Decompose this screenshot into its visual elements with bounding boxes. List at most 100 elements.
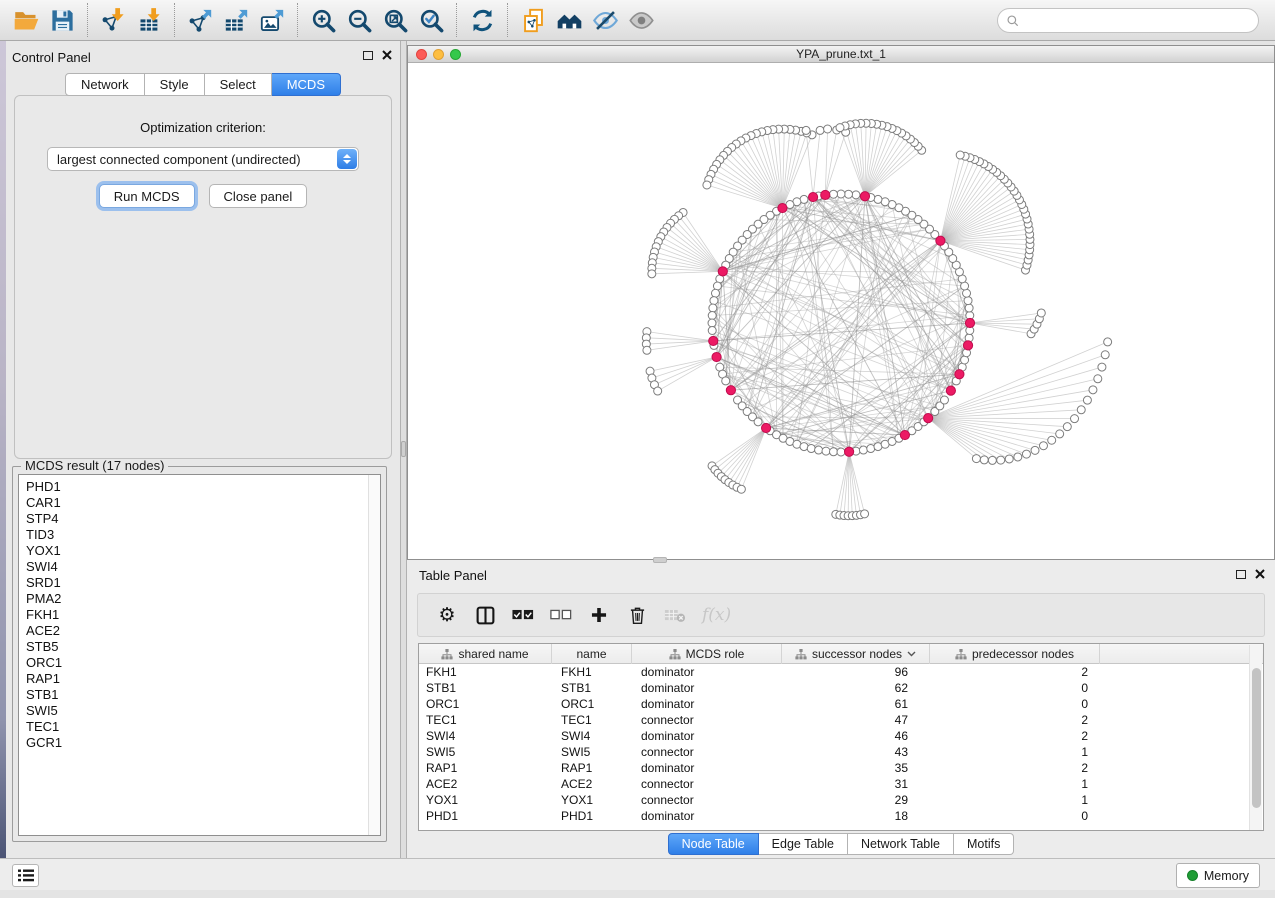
network-node[interactable] bbox=[807, 445, 815, 453]
network-leaf-node[interactable] bbox=[988, 456, 996, 464]
refresh-button[interactable] bbox=[464, 4, 500, 36]
network-hub-node[interactable] bbox=[778, 203, 787, 212]
network-leaf-node[interactable] bbox=[737, 485, 745, 493]
network-leaf-node[interactable] bbox=[980, 456, 988, 464]
network-leaf-node[interactable] bbox=[972, 455, 980, 463]
table-row[interactable]: STB1STB1dominator620 bbox=[419, 680, 1263, 696]
mcds-result-item[interactable]: PMA2 bbox=[26, 591, 380, 607]
mcds-result-item[interactable]: STB5 bbox=[26, 639, 380, 655]
mcds-result-item[interactable]: PHD1 bbox=[26, 479, 380, 495]
table-scrollbar[interactable] bbox=[1249, 645, 1262, 831]
network-node[interactable] bbox=[867, 445, 875, 453]
network-node[interactable] bbox=[800, 443, 808, 451]
table-row[interactable]: SWI5SWI5connector431 bbox=[419, 744, 1263, 760]
table-row[interactable]: SWI4SWI4dominator462 bbox=[419, 728, 1263, 744]
network-node[interactable] bbox=[708, 319, 716, 327]
network-leaf-node[interactable] bbox=[816, 126, 824, 134]
open-file-button[interactable] bbox=[8, 4, 44, 36]
tab-motifs[interactable]: Motifs bbox=[954, 833, 1014, 855]
network-node[interactable] bbox=[940, 396, 948, 404]
network-hub-node[interactable] bbox=[860, 192, 869, 201]
network-node[interactable] bbox=[829, 448, 837, 456]
close-panel-button[interactable]: Close panel bbox=[209, 184, 308, 208]
network-node[interactable] bbox=[963, 289, 971, 297]
network-leaf-node[interactable] bbox=[1101, 351, 1109, 359]
network-node[interactable] bbox=[964, 297, 972, 305]
close-table-panel-icon[interactable] bbox=[1255, 569, 1265, 579]
network-node[interactable] bbox=[709, 304, 717, 312]
network-leaf-node[interactable] bbox=[1071, 415, 1079, 423]
network-node[interactable] bbox=[754, 418, 762, 426]
table-row[interactable]: YOX1YOX1connector291 bbox=[419, 792, 1263, 808]
float-panel-icon[interactable] bbox=[363, 51, 373, 60]
network-leaf-node[interactable] bbox=[836, 124, 844, 132]
network-leaf-node[interactable] bbox=[956, 151, 964, 159]
network-hub-node[interactable] bbox=[955, 370, 964, 379]
table-row[interactable]: RAP1RAP1dominator352 bbox=[419, 760, 1263, 776]
network-leaf-node[interactable] bbox=[643, 346, 651, 354]
network-leaf-node[interactable] bbox=[1022, 450, 1030, 458]
mcds-result-item[interactable]: STB1 bbox=[26, 687, 380, 703]
network-leaf-node[interactable] bbox=[997, 456, 1005, 464]
network-leaf-node[interactable] bbox=[1031, 446, 1039, 454]
network-leaf-node[interactable] bbox=[1094, 375, 1102, 383]
network-leaf-node[interactable] bbox=[1005, 455, 1013, 463]
column-header-predecessor-nodes[interactable]: predecessor nodes bbox=[930, 644, 1100, 664]
network-node[interactable] bbox=[710, 297, 718, 305]
network-leaf-node[interactable] bbox=[1056, 430, 1064, 438]
vertical-splitter-handle[interactable] bbox=[401, 441, 406, 457]
network-hub-node[interactable] bbox=[709, 336, 718, 345]
mcds-result-item[interactable]: SWI5 bbox=[26, 703, 380, 719]
export-network-button[interactable] bbox=[182, 4, 218, 36]
network-leaf-node[interactable] bbox=[802, 126, 810, 134]
zoom-selected-button[interactable] bbox=[413, 4, 449, 36]
save-session-button[interactable] bbox=[44, 4, 80, 36]
network-canvas-svg[interactable] bbox=[408, 63, 1274, 559]
float-table-panel-icon[interactable] bbox=[1236, 570, 1246, 579]
network-hub-node[interactable] bbox=[808, 192, 817, 201]
table-row[interactable]: ORC1ORC1dominator610 bbox=[419, 696, 1263, 712]
optimization-criterion-select[interactable]: largest connected component (undirected) bbox=[47, 147, 359, 171]
close-panel-icon[interactable] bbox=[382, 50, 392, 60]
network-hub-node[interactable] bbox=[845, 447, 854, 456]
window-minimize-icon[interactable] bbox=[433, 49, 444, 60]
mcds-result-item[interactable]: ACE2 bbox=[26, 623, 380, 639]
mcds-result-item[interactable]: YOX1 bbox=[26, 543, 380, 559]
mcds-result-item[interactable]: TEC1 bbox=[26, 719, 380, 735]
network-leaf-node[interactable] bbox=[1083, 396, 1091, 404]
column-header-shared-name[interactable]: shared name bbox=[419, 644, 552, 664]
network-leaf-node[interactable] bbox=[1048, 436, 1056, 444]
network-leaf-node[interactable] bbox=[1098, 363, 1106, 371]
window-maximize-icon[interactable] bbox=[450, 49, 461, 60]
table-row[interactable]: ACE2ACE2connector311 bbox=[419, 776, 1263, 792]
network-node[interactable] bbox=[874, 195, 882, 203]
network-node[interactable] bbox=[859, 446, 867, 454]
import-network-button[interactable] bbox=[95, 4, 131, 36]
network-node[interactable] bbox=[711, 289, 719, 297]
mcds-result-item[interactable]: CAR1 bbox=[26, 495, 380, 511]
show-columns-button[interactable] bbox=[474, 602, 496, 628]
network-hub-node[interactable] bbox=[761, 423, 770, 432]
table-scrollbar-thumb[interactable] bbox=[1252, 668, 1261, 808]
tab-edge-table[interactable]: Edge Table bbox=[759, 833, 848, 855]
vertical-splitter[interactable] bbox=[400, 41, 407, 858]
network-leaf-node[interactable] bbox=[1037, 309, 1045, 317]
network-leaf-node[interactable] bbox=[1063, 423, 1071, 431]
tab-select[interactable]: Select bbox=[205, 73, 272, 96]
export-image-button[interactable] bbox=[254, 4, 290, 36]
network-leaf-node[interactable] bbox=[648, 270, 656, 278]
network-hub-node[interactable] bbox=[718, 267, 727, 276]
tab-mcds[interactable]: MCDS bbox=[272, 73, 341, 96]
memory-button[interactable]: Memory bbox=[1176, 863, 1260, 888]
search-field[interactable] bbox=[997, 8, 1259, 33]
add-column-button[interactable] bbox=[588, 602, 610, 628]
mcds-result-item[interactable]: STP4 bbox=[26, 511, 380, 527]
deselect-all-button[interactable] bbox=[550, 602, 572, 628]
network-hub-node[interactable] bbox=[946, 386, 955, 395]
network-node[interactable] bbox=[965, 304, 973, 312]
mcds-result-list[interactable]: PHD1CAR1STP4TID3YOX1SWI4SRD1PMA2FKH1ACE2… bbox=[18, 474, 381, 836]
select-all-button[interactable] bbox=[512, 602, 534, 628]
column-header-name[interactable]: name bbox=[552, 644, 632, 664]
horizontal-splitter-handle[interactable] bbox=[653, 557, 667, 563]
zoom-out-button[interactable] bbox=[341, 4, 377, 36]
